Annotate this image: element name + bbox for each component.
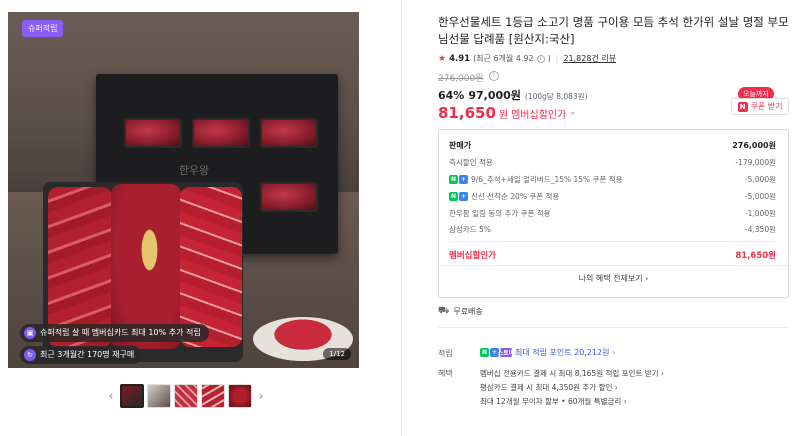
repurchase-chip: ↻ 최근 3개월간 170명 재구매	[20, 346, 143, 364]
shipping-row: ⛟ 무료배송	[438, 306, 483, 317]
discount-row: 64% 97,000원 (100g당 8,083원)	[438, 87, 588, 103]
coupon-button-label: 쿠폰 받기	[750, 102, 783, 111]
price-row-value: -5,000원	[744, 175, 776, 184]
product-photo: 한우왕	[8, 12, 359, 368]
shipping-label: 무료배송	[453, 307, 483, 316]
meat-tray	[260, 118, 318, 148]
price-row-value: -4,350원	[744, 225, 776, 234]
price-row-value: 276,000원	[732, 141, 776, 150]
price-row-label: 삼성카드 5%	[449, 225, 491, 234]
discount-price: 97,000원	[468, 89, 521, 102]
view-all-benefits-link[interactable]: 나의 혜택 전체보기 ›	[439, 273, 788, 284]
price-row: 즉시할인 적용 -179,000원	[449, 157, 776, 168]
star-icon: ★	[438, 53, 447, 64]
chevron-up-icon[interactable]: ⌃	[569, 111, 576, 120]
price-row-value: 81,650원	[735, 251, 776, 261]
discount-percent: 64%	[438, 89, 465, 102]
thumbnail-2[interactable]	[147, 384, 171, 408]
member-price-row[interactable]: 81,650 원 멤버십할인가 ⌃	[438, 104, 576, 122]
unit-price: (100g당 8,083원)	[524, 92, 588, 101]
meat-tray	[124, 118, 182, 148]
divider	[439, 265, 788, 266]
card-promo-text: 슈퍼적립 살 때 멤버십카드 최대 10% 추가 적립	[40, 328, 201, 337]
points-badges: N + 스토어	[480, 348, 515, 357]
rating-score: 4.91	[449, 53, 471, 64]
thumbnail-3[interactable]	[174, 384, 198, 408]
store-badge: 스토어	[497, 348, 515, 357]
rating-recent-close: )	[547, 54, 551, 63]
meat-cut	[180, 187, 242, 347]
price-row-value: -1,000원	[744, 209, 776, 218]
price-row-label: 판매가	[449, 141, 472, 150]
price-row-label: 9/6_추석+세일 얼리버드_15% 15% 쿠폰 적용	[471, 175, 623, 184]
thumbnail-next-icon[interactable]: ›	[255, 389, 267, 403]
price-row: 판매가 276,000원	[449, 140, 776, 151]
meat-tray	[192, 118, 250, 148]
coupon-button[interactable]: N 쿠폰 받기	[731, 98, 789, 115]
member-price-won: 원	[498, 110, 509, 121]
naver-plus-badge: N +	[449, 192, 468, 201]
divider	[438, 327, 789, 328]
benefit-item[interactable]: 최대 12개월 무이자 할부 • 60개월 특별금리 ›	[480, 395, 664, 409]
card-promo-chip[interactable]: ▣ 슈퍼적립 살 때 멤버십카드 최대 10% 추가 적립	[20, 324, 209, 342]
thumbnail-prev-icon[interactable]: ‹	[105, 389, 117, 403]
meat-tray	[260, 182, 318, 212]
price-row: 삼성카드 5% -4,350원	[449, 224, 776, 235]
repurchase-icon: ↻	[24, 349, 36, 361]
naver-badge: N	[480, 348, 489, 357]
price-row: N + 신선 선착순 20% 쿠폰 적용 -5,000원	[449, 191, 776, 202]
card-icon: ▣	[24, 327, 36, 339]
member-price-label: 멤버십할인가	[511, 110, 567, 121]
naver-plus-badge: N +	[449, 175, 468, 184]
review-count-link[interactable]: 21,828건 리뷰	[563, 53, 616, 64]
truck-icon: ⛟	[438, 306, 450, 316]
price-row: 한우팜 일림 동의 추가 쿠폰 적용 -1,000원	[449, 208, 776, 219]
product-title: 한우선물세트 1등급 소고기 명품 구이용 모듬 추석 한가위 설날 명절 부모…	[438, 15, 789, 46]
price-row-value: -179,000원	[735, 158, 776, 167]
chevron-right-icon: ›	[612, 348, 616, 357]
points-link[interactable]: N + 스토어 최대 적립 포인트 20,212원 ›	[480, 347, 616, 358]
meat-cut	[48, 187, 112, 347]
price-row-label: 멤버십할인가	[449, 251, 496, 261]
product-main-image[interactable]: 한우왕 슈퍼적립 ▣ 슈퍼적립 살 때 멤버십카드 최대 10% 추가 적립 ↻…	[8, 12, 359, 368]
column-divider	[401, 0, 402, 436]
benefit-item[interactable]: 멤버십 전용카드 결제 시 최대 8,165원 적립 포인트 받기 ›	[480, 367, 664, 381]
benefits-label: 혜택	[438, 369, 453, 378]
thumbnail-4[interactable]	[201, 384, 225, 408]
rating-row: ★ 4.91 (최근 6개월 4.92 i ) | 21,828건 리뷰	[438, 53, 616, 64]
benefit-item[interactable]: 평삼카드 결제 시 최대 4,350원 추가 할인 ›	[480, 381, 664, 395]
member-price-total-row: 멤버십할인가 81,650원	[449, 249, 776, 261]
price-row: N + 9/6_추석+세일 얼리버드_15% 15% 쿠폰 적용 -5,000원	[449, 174, 776, 185]
price-row-label: 한우팜 일림 동의 추가 쿠폰 적용	[449, 209, 551, 218]
thumbnail-strip: ‹ ›	[105, 382, 275, 410]
image-page-indicator: 1/12	[323, 348, 351, 360]
price-row-value: -5,000원	[744, 192, 776, 201]
original-price: 276,000원	[438, 74, 484, 84]
points-label: 적립	[438, 349, 453, 358]
price-breakdown-panel: 판매가 276,000원 즉시할인 적용 -179,000원 N + 9/6_추석…	[438, 129, 789, 298]
member-price: 81,650	[438, 104, 496, 122]
super-point-badge: 슈퍼적립	[22, 20, 64, 37]
price-info-icon[interactable]: i	[489, 71, 499, 81]
price-row-label: 신선 선착순 20% 쿠폰 적용	[471, 192, 560, 201]
info-icon[interactable]: i	[536, 54, 545, 63]
rating-recent: (최근 6개월 4.92	[473, 54, 534, 63]
thumbnail-5[interactable]	[228, 384, 252, 408]
thumbnail-1[interactable]	[120, 384, 144, 408]
naver-n-icon: N	[737, 101, 748, 112]
rating-separator: |	[555, 54, 559, 63]
price-row-label: 즉시할인 적용	[449, 158, 493, 167]
points-value: 최대 적립 포인트 20,212원	[515, 348, 610, 357]
divider	[449, 241, 776, 242]
benefits-list: 멤버십 전용카드 결제 시 최대 8,165원 적립 포인트 받기 › 평삼카드…	[480, 367, 664, 409]
repurchase-text: 최근 3개월간 170명 재구매	[40, 350, 135, 359]
